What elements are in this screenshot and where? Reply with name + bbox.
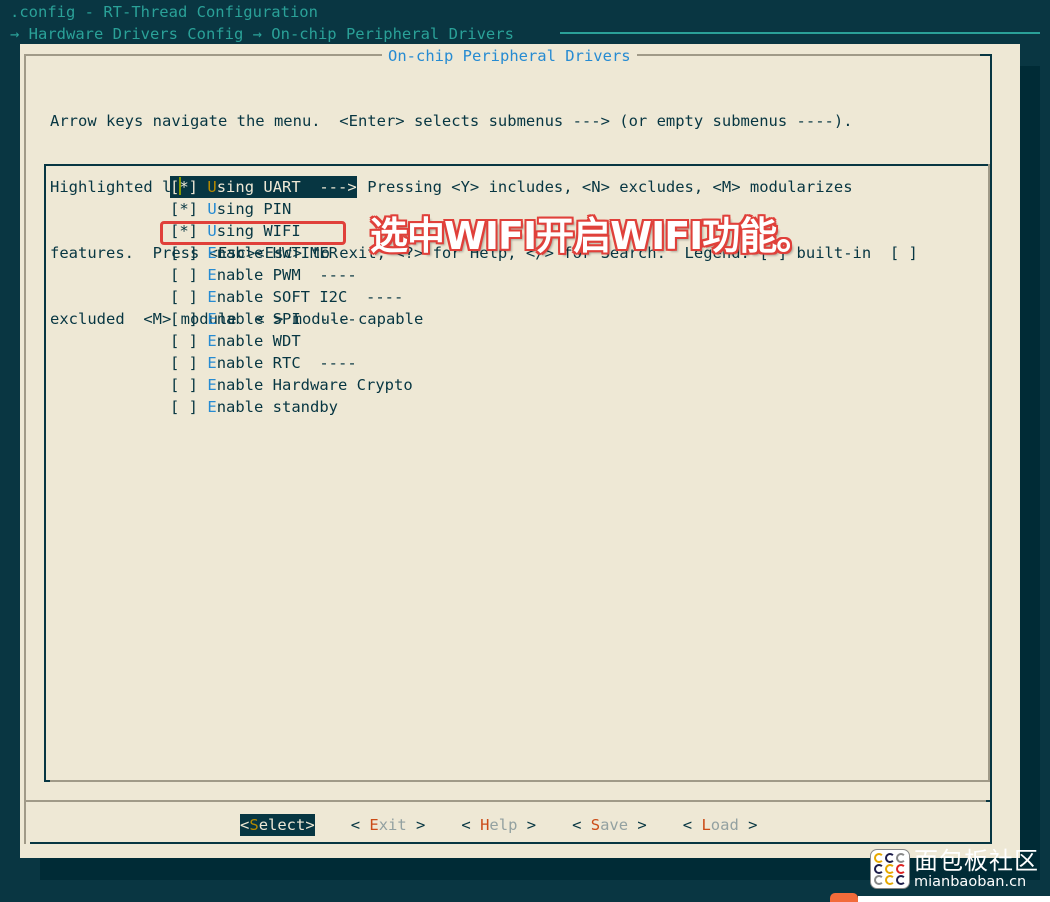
menu-box-border-left [44, 164, 46, 782]
menu-box-corner [44, 780, 50, 782]
button-select[interactable]: <Select> [240, 814, 315, 836]
button-bracket-close: > [406, 816, 426, 834]
annotation-text: 选中WIFI开启WIFI功能。 [370, 214, 814, 258]
button-hotkey: L [701, 816, 711, 834]
menu-item[interactable]: [ ] Enable Hardware Crypto [170, 374, 413, 396]
menu-item-checkbox[interactable]: [*] [170, 200, 198, 218]
watermark-en: mianbaoban.cn [914, 874, 1027, 890]
button-label: xit [378, 816, 407, 834]
button-label: ave [600, 816, 629, 834]
menu-item-checkbox[interactable]: [ ] [170, 244, 198, 262]
menu-item-hotkey: E [207, 398, 217, 416]
menu-item[interactable]: [ ] Enable SPI ---- [170, 308, 413, 330]
button-bracket-close: > [305, 816, 315, 834]
menu-item-checkbox[interactable]: [ ] [170, 310, 198, 328]
button-label: elect [258, 816, 306, 834]
button-label: oad [710, 816, 739, 834]
button-bracket-open: < [240, 816, 250, 834]
frame-border-bottom [30, 842, 992, 844]
menu-box-border-top [44, 164, 990, 166]
breadcrumb: → Hardware Drivers Config → On-chip Peri… [10, 25, 514, 43]
menu-item-hotkey: E [207, 244, 217, 262]
menu-item[interactable]: [ ] Enable RTC ---- [170, 352, 413, 374]
menu-item-checkbox[interactable]: [ ] [170, 332, 198, 350]
taskbar-app-icon [830, 893, 858, 902]
button-separator [24, 800, 992, 802]
menu-item-hotkey: E [207, 266, 217, 284]
button-bracket-close: > [738, 816, 758, 834]
button-hotkey: E [369, 816, 379, 834]
menu-item-checkbox[interactable]: [ ] [170, 376, 198, 394]
menu-item[interactable]: [ ] Enable SOFT I2C ---- [170, 286, 413, 308]
menu-item[interactable]: [ ] Enable WDT [170, 330, 413, 352]
taskbar-strip [858, 896, 1050, 902]
watermark-text: 面包板社区 mianbaoban.cn [914, 848, 1039, 890]
menu-item-label: nable standby [216, 398, 339, 416]
menu-item-label: nable Hardware Crypto [216, 376, 413, 394]
frame-border-left [24, 54, 26, 844]
watermark: 面包板社区 mianbaoban.cn [870, 848, 1039, 890]
menu-item-checkbox[interactable]: [ ] [170, 266, 198, 284]
menu-item-checkbox[interactable]: [ ] [170, 288, 198, 306]
annotation-highlight-box [160, 221, 346, 245]
button-help[interactable]: < Help > [461, 814, 536, 836]
menu-item-label: nable WDT [216, 332, 301, 350]
help-line: Arrow keys navigate the menu. <Enter> se… [50, 112, 853, 130]
menu-box-border-right [988, 164, 990, 782]
menu-item-checkbox[interactable]: [*] [170, 177, 199, 196]
menu-item-hotkey: E [207, 332, 217, 350]
button-bracket-open: < [682, 816, 702, 834]
menu-item-hotkey: E [207, 288, 217, 306]
menu-item[interactable]: [*] Using UART ---> [170, 176, 357, 198]
checkbox-bracket: [ [170, 178, 180, 196]
button-bracket-open: < [572, 816, 591, 834]
watermark-logo-icon [870, 849, 910, 889]
menu-item-hotkey: E [207, 354, 217, 372]
menu-item-label: nable SOFT I2C ---- [216, 288, 404, 306]
dialog-shadow-right [1020, 66, 1040, 866]
button-hotkey: H [480, 816, 490, 834]
checkbox-state: *] [179, 178, 199, 196]
menu-item[interactable]: [ ] Enable standby [170, 396, 413, 418]
menu-box-border-bottom [44, 780, 990, 782]
menu-item-hotkey: E [207, 376, 217, 394]
config-dialog: On-chip Peripheral Drivers Arrow keys na… [20, 44, 1020, 858]
menu-item[interactable]: [ ] Enable PWM ---- [170, 264, 413, 286]
menu-item-label: nable HWTIMER [216, 244, 339, 262]
menu-item-label: nable SPI ---- [216, 310, 357, 328]
header-rule [560, 32, 1040, 34]
button-load[interactable]: < Load > [683, 814, 758, 836]
button-exit[interactable]: < Exit > [351, 814, 426, 836]
menu-item-hotkey: E [207, 310, 217, 328]
window-title: .config - RT-Thread Configuration [10, 3, 318, 21]
button-bar: <Select> < Exit > < Help > < Save > < Load > [240, 814, 793, 836]
dialog-title: On-chip Peripheral Drivers [382, 45, 637, 67]
menu-item-checkbox[interactable]: [ ] [170, 354, 198, 372]
button-bracket-open: < [350, 816, 370, 834]
button-separator-end [986, 800, 992, 802]
menu-item-checkbox[interactable]: [ ] [170, 398, 198, 416]
menu-item-hotkey: U [207, 200, 217, 218]
button-save[interactable]: < Save > [572, 814, 647, 836]
menu-item-label: sing UART ---> [216, 178, 357, 196]
menu-item-label: sing PIN [216, 200, 292, 218]
watermark-cn: 面包板社区 [914, 847, 1039, 875]
button-bracket-close: > [517, 816, 537, 834]
button-hotkey: S [249, 816, 259, 834]
menu-item-label: nable PWM ---- [216, 266, 357, 284]
menu-item-hotkey: U [207, 178, 217, 196]
frame-corner [980, 54, 992, 56]
button-bracket-open: < [461, 816, 481, 834]
button-bracket-close: > [628, 816, 647, 834]
button-label: elp [489, 816, 518, 834]
button-hotkey: S [590, 816, 601, 834]
menu-item-label: nable RTC ---- [216, 354, 357, 372]
